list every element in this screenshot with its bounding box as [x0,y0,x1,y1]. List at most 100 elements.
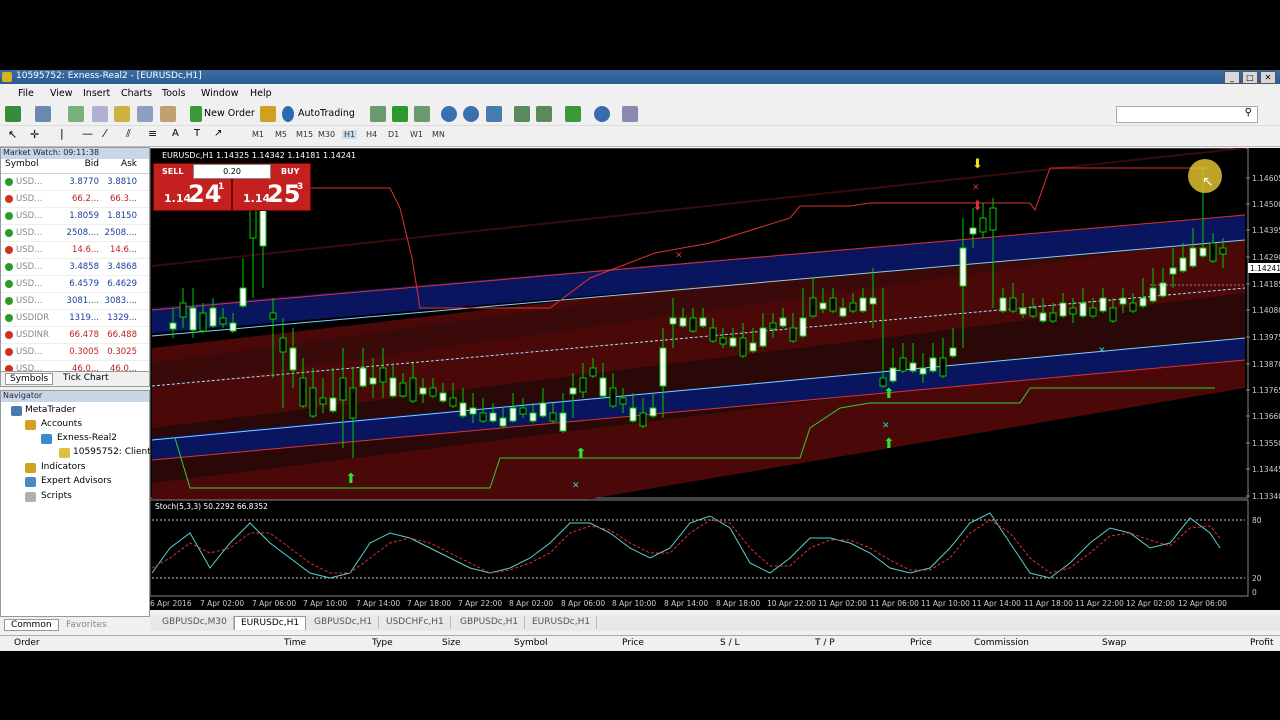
menu-insert[interactable]: Insert [83,88,110,99]
market-watch-row[interactable]: USD... 1.8059 1.8150 [1,208,149,225]
col-tp[interactable]: T / P [815,638,835,648]
indicators-list-icon[interactable] [565,106,581,122]
timeframe-m30[interactable]: M30 [318,130,335,139]
col-swap[interactable]: Swap [1102,638,1126,648]
templates-icon[interactable] [622,106,638,122]
minimize-button[interactable]: _ [1224,71,1240,84]
market-watch-row[interactable]: USDINR 66.478 66.488 [1,327,149,344]
search-input[interactable] [1116,106,1258,123]
menu-window[interactable]: Window [201,88,238,99]
menu-charts[interactable]: Charts [121,88,152,99]
col-symbol[interactable]: Symbol [514,638,548,648]
menu-tools[interactable]: Tools [162,88,185,99]
cursor-icon[interactable]: ↖ [8,128,17,141]
tab-tick-chart[interactable]: Tick Chart [63,373,108,383]
new-order-icon[interactable] [190,106,202,122]
new-order-button[interactable]: New Order [204,108,255,119]
arrows-icon[interactable]: ↗ [214,128,222,139]
auto-scroll-icon[interactable] [536,106,552,122]
nav-indicators[interactable]: Indicators [41,462,85,472]
col-price[interactable]: Price [622,638,644,648]
search-icon[interactable]: ⚲ [1245,107,1252,118]
text-icon[interactable]: A [172,128,179,139]
tab-common[interactable]: Common [4,619,59,631]
close-button[interactable]: ✕ [1260,71,1276,84]
tab-symbols[interactable]: Symbols [5,373,54,385]
chart-tab-5[interactable]: GBPUSDc,H1 [454,616,526,629]
col-sl[interactable]: S / L [720,638,739,648]
trendline-icon[interactable]: ⁄ [104,127,106,140]
chart-tab-4[interactable]: USDCHFc,H1 [380,616,451,629]
nav-accounts[interactable]: Accounts [41,419,82,429]
new-chart-icon[interactable] [5,106,21,122]
menu-view[interactable]: View [50,88,73,99]
market-watch-row[interactable]: USD... 3081.... 3083.... [1,293,149,310]
menu-file[interactable]: File [18,88,34,99]
buy-button[interactable]: BUY [281,167,299,176]
candlesticks-icon[interactable] [392,106,408,122]
lot-size-input[interactable]: 0.20 [193,164,271,179]
market-watch-row[interactable]: USD... 0.3005 0.3025 [1,344,149,361]
chart-tab-6[interactable]: EURUSDc,H1 [526,616,598,629]
market-watch-row[interactable]: USD... 14.6... 14.6... [1,242,149,259]
line-chart-icon[interactable] [414,106,430,122]
market-watch-row[interactable]: USD... 2508.... 2508.... [1,225,149,242]
navigator-icon[interactable] [114,106,130,122]
col-commission[interactable]: Commission [974,638,1029,648]
strategy-tester-icon[interactable] [160,106,176,122]
vertical-line-icon[interactable]: | [60,127,64,140]
col-time[interactable]: Time [284,638,306,648]
timeframe-m1[interactable]: M1 [252,130,264,139]
tile-windows-icon[interactable] [486,106,502,122]
market-watch-row[interactable]: USDIDR 1319... 1329... [1,310,149,327]
market-watch-row[interactable]: USD... 66.2... 66.3... [1,191,149,208]
chart-area[interactable]: ⬆ ⬆ ⬆ ⬆ ⬇ ⬇ ✕ ✕ ✕ ✕ ✕ ↖ EURUSDc,H1 1.14325 1.14342 1… [150,148,1280,610]
nav-account[interactable]: 10595752: Client [73,447,151,457]
chart-shift-icon[interactable] [514,106,530,122]
terminal-icon[interactable] [137,106,153,122]
market-watch-row[interactable]: USD... 3.4858 3.4868 [1,259,149,276]
timeframe-mn[interactable]: MN [432,130,445,139]
timeframe-m15[interactable]: M15 [296,130,313,139]
zoom-out-icon[interactable] [463,106,479,122]
periods-icon[interactable] [594,106,610,122]
col-size[interactable]: Size [442,638,460,648]
col-symbol[interactable]: Symbol [1,159,69,173]
nav-scripts[interactable]: Scripts [41,491,72,501]
text-label-icon[interactable]: T [194,128,200,139]
data-window-icon[interactable] [92,106,108,122]
autotrading-icon[interactable] [282,106,294,122]
timeframe-m5[interactable]: M5 [275,130,287,139]
col-price-current[interactable]: Price [910,638,932,648]
autotrading-button[interactable]: AutoTrading [298,108,355,119]
tab-favorites[interactable]: Favorites [66,620,107,630]
timeframe-h1[interactable]: H1 [342,130,358,139]
horizontal-line-icon[interactable]: — [82,127,93,140]
chart-tab-2[interactable]: EURUSDc,H1 [234,616,307,630]
timeframe-h4[interactable]: H4 [366,130,377,139]
chart-tab-3[interactable]: GBPUSDc,H1 [308,616,380,629]
zoom-in-icon[interactable] [441,106,457,122]
market-watch-row[interactable]: USD... 6.4579 6.4629 [1,276,149,293]
channel-icon[interactable]: ⫽ [126,127,131,141]
nav-expert-advisors[interactable]: Expert Advisors [41,476,111,486]
market-watch-icon[interactable] [68,106,84,122]
col-ask[interactable]: Ask [99,159,137,173]
nav-metatrader[interactable]: MetaTrader [25,405,76,415]
crosshair-icon[interactable]: ✛ [30,128,39,141]
maximize-button[interactable]: □ [1242,71,1258,84]
bar-chart-icon[interactable] [370,106,386,122]
chart-tab-1[interactable]: GBPUSDc,M30 [156,616,234,629]
menu-help[interactable]: Help [250,88,272,99]
fibonacci-icon[interactable]: ≡ [148,127,157,140]
col-profit[interactable]: Profit [1250,638,1273,648]
profiles-icon[interactable] [35,106,51,122]
sell-button[interactable]: SELL [162,167,183,176]
timeframe-w1[interactable]: W1 [410,130,423,139]
metaeditor-icon[interactable] [260,106,276,122]
nav-server[interactable]: Exness-Real2 [57,433,117,443]
market-watch-row[interactable]: USD... 3.8770 3.8810 [1,174,149,191]
col-type[interactable]: Type [372,638,393,648]
timeframe-d1[interactable]: D1 [388,130,399,139]
col-bid[interactable]: Bid [69,159,99,173]
